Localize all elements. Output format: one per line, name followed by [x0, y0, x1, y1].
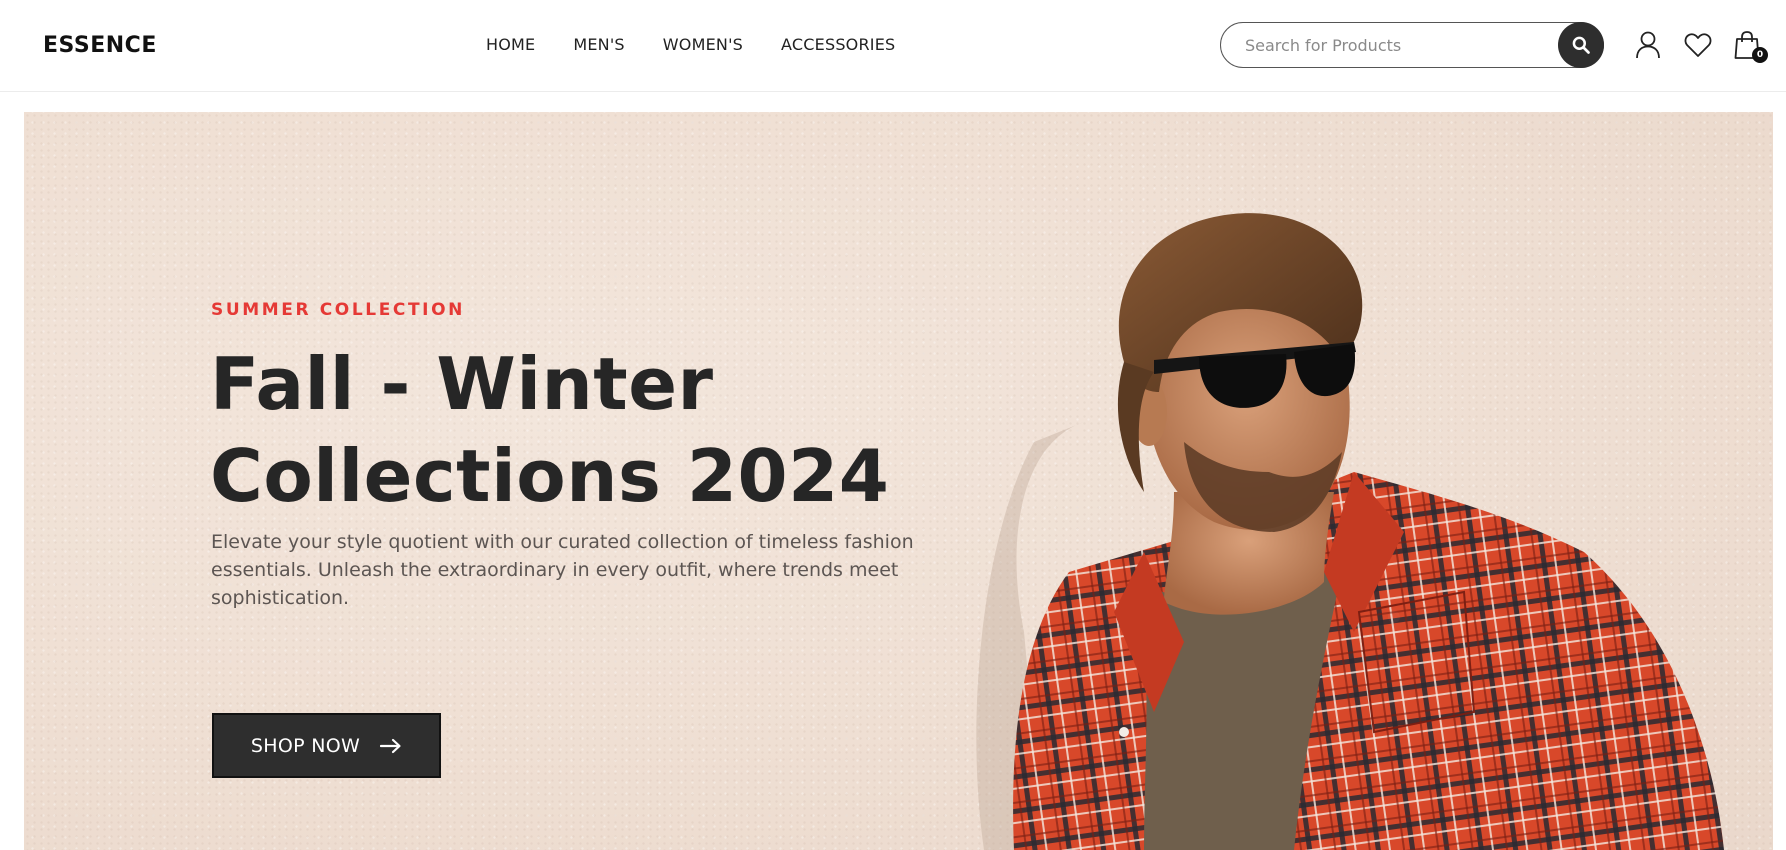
hero-eyebrow: SUMMER COLLECTION [211, 300, 465, 320]
hero-headline-line2: Collections 2024 [210, 434, 890, 518]
shop-now-label: SHOP NOW [250, 734, 361, 757]
nav-item-womens[interactable]: WOMEN'S [663, 35, 743, 54]
site-header: ESSENCE HOME MEN'S WOMEN'S ACCESSORIES S… [0, 0, 1786, 92]
search-icon [1572, 36, 1590, 54]
arrow-right-icon [380, 738, 401, 753]
search-input[interactable] [1245, 23, 1545, 67]
cart-count-badge: 0 [1752, 47, 1768, 63]
main-nav: HOME MEN'S WOMEN'S ACCESSORIES [486, 35, 895, 54]
hero-headline-line1: Fall - Winter [210, 342, 714, 426]
hero-headline: Fall - Winter Collections 2024 [210, 338, 910, 522]
user-icon [1636, 31, 1660, 59]
account-button[interactable] [1634, 30, 1664, 60]
nav-item-home[interactable]: HOME [486, 35, 535, 54]
nav-item-accessories[interactable]: ACCESSORIES [781, 35, 895, 54]
heart-icon [1684, 33, 1712, 57]
shop-now-button[interactable]: SHOP NOW [212, 713, 441, 778]
search-bar [1220, 22, 1604, 68]
hero-banner: SUMMER COLLECTION Fall - Winter Collecti… [24, 112, 1773, 850]
search-button[interactable] [1558, 22, 1604, 68]
brand-logo[interactable]: ESSENCE [43, 33, 157, 58]
hero-description: Elevate your style quotient with our cur… [211, 531, 914, 609]
cart-button[interactable]: 0 [1733, 30, 1768, 63]
wishlist-button[interactable] [1683, 30, 1713, 60]
nav-item-mens[interactable]: MEN'S [573, 35, 624, 54]
